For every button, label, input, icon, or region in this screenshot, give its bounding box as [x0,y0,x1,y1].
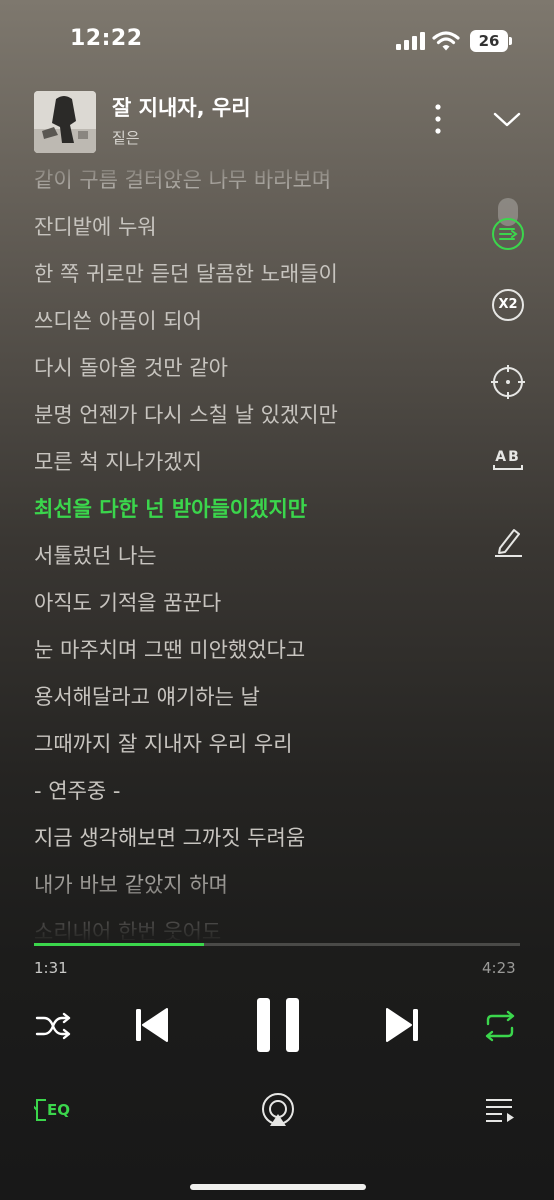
lyric-line[interactable]: 쓰디쓴 아픔이 되어 [34,305,202,335]
lyric-line[interactable]: 분명 언젠가 다시 스칠 날 있겠지만 [34,399,338,429]
lyric-line[interactable]: 용서해달라고 얘기하는 날 [34,681,260,711]
equalizer-icon [34,1099,46,1121]
lyric-line-current[interactable]: 최선을 다한 넌 받아들이겠지만 [34,493,307,523]
previous-track-icon[interactable] [134,1005,170,1045]
shuffle-icon[interactable] [34,1010,72,1042]
song-title[interactable]: 잘 지내자, 우리 [112,92,251,122]
lyric-line[interactable]: 내가 바보 같았지 하며 [34,869,228,899]
next-track-icon[interactable] [384,1005,420,1045]
album-art-image [34,91,96,153]
repeat-icon[interactable] [482,1010,518,1042]
equalizer-button[interactable]: EQ [34,1094,80,1126]
translate-underline-icon [493,465,523,470]
lyric-line[interactable]: 다시 돌아올 것만 같아 [34,352,228,382]
lyric-line[interactable]: 그때까지 잘 지내자 우리 우리 [34,728,293,758]
lyric-line[interactable]: 지금 생각해보면 그까짓 두려움 [34,822,305,852]
chevron-down-icon[interactable] [492,106,522,132]
more-options-icon[interactable] [428,102,448,136]
airplay-icon[interactable] [259,1092,297,1130]
playlist-icon[interactable] [484,1096,516,1124]
total-time: 4:23 [482,959,516,977]
speed-label: X2 [498,297,518,312]
pause-icon[interactable] [255,996,301,1054]
lyrics-panel[interactable]: 같이 구름 걸터앉은 나무 바라보며 잔디밭에 누워 한 쪽 귀로만 듣던 달콤… [34,160,454,940]
battery-nub [509,37,512,45]
status-time: 12:22 [70,26,143,51]
equalizer-label: EQ [47,1101,70,1119]
lyrics-sync-icon[interactable] [490,216,526,252]
album-art[interactable] [34,91,96,153]
lyric-line[interactable]: 서툴렀던 나는 [34,540,157,570]
lyric-line[interactable]: 눈 마주치며 그땐 미안했었다고 [34,634,305,664]
artist-name[interactable]: 짙은 [112,127,140,148]
wifi-icon [432,31,460,51]
lyric-line[interactable]: - 연주중 - [34,775,120,805]
lyric-line[interactable]: 모른 척 지나가겠지 [34,446,202,476]
pen-edit-icon[interactable] [490,524,526,560]
battery-indicator: 26 [470,30,508,52]
lyric-line[interactable]: 잔디밭에 누워 [34,211,157,241]
lyric-line[interactable]: 한 쪽 귀로만 듣던 달콤한 노래들이 [34,258,338,288]
lyric-line[interactable]: 소리내어 한번 웃어도 [34,916,221,940]
cellular-signal-icon [396,32,425,50]
home-indicator [190,1184,366,1190]
progress-bar[interactable] [34,943,520,946]
translate-button[interactable]: AB [490,445,526,481]
crosshair-icon[interactable] [490,364,526,400]
lyric-line[interactable]: 같이 구름 걸터앉은 나무 바라보며 [34,164,331,194]
lyric-line[interactable]: 아직도 기적을 꿈꾼다 [34,587,221,617]
progress-fill [34,943,205,946]
speed-button[interactable]: X2 [490,287,526,323]
current-time: 1:31 [34,959,68,977]
